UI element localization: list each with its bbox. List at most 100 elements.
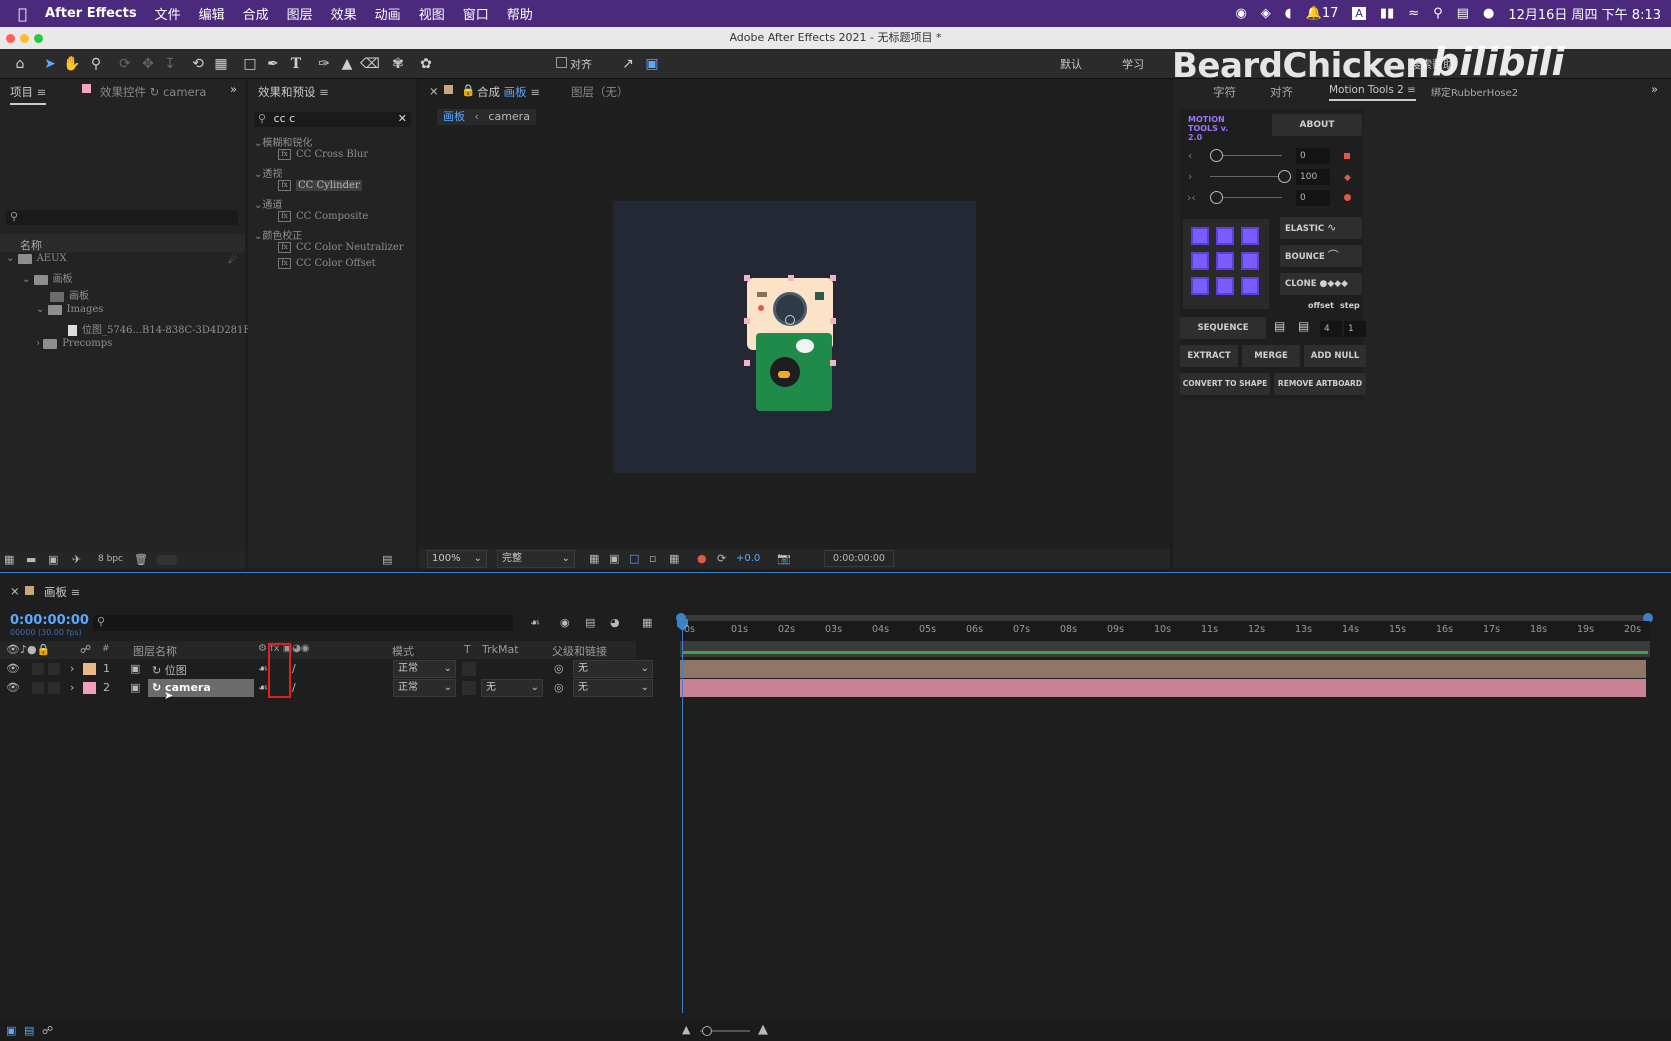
effect-cc-color-neutralizer[interactable]: fx CC Color Neutralizer <box>278 242 404 253</box>
effect-cc-cross-blur[interactable]: fx CC Cross Blur <box>278 149 368 160</box>
comp-canvas[interactable] <box>613 201 976 473</box>
workspace-default[interactable]: 默认 <box>1060 56 1082 72</box>
collapse-switch-icon[interactable]: ☙ <box>258 681 268 694</box>
zoom-tool-icon[interactable]: ⚲ <box>86 54 106 74</box>
layer-label-color[interactable] <box>83 663 96 675</box>
bpc-label[interactable]: 8 bpc <box>98 554 123 564</box>
layer-row[interactable]: 👁 › 1 ▣ ↻ 位图 ☙ ∕ 正常 ⌄ ◎ 无 ⌄ <box>0 660 653 678</box>
layer-bar[interactable] <box>680 660 1646 678</box>
merge-button[interactable]: MERGE <box>1242 345 1300 367</box>
menu-help[interactable]: 帮助 <box>507 4 533 23</box>
elastic-button[interactable]: ELASTIC ∿ <box>1280 217 1362 239</box>
ease-in-keyframe-icon[interactable] <box>1344 153 1350 159</box>
clear-search-icon[interactable]: ✕ <box>398 112 407 125</box>
lock-switch[interactable] <box>48 682 60 694</box>
resolution-select[interactable]: 完整 ⌄ <box>497 550 575 568</box>
collapse-switch-icon[interactable]: ☙ <box>258 662 268 675</box>
graph-editor-icon[interactable]: ▦ <box>642 616 652 629</box>
close-window-button[interactable] <box>6 34 15 43</box>
effects-presets-tab[interactable]: 效果和预设 ≡ <box>258 84 329 100</box>
effects-controls-tab[interactable]: 效果控件 ↻ camera <box>100 84 206 100</box>
composition-mini-flowchart-icon[interactable]: ☙ <box>530 616 540 629</box>
exposure-value[interactable]: +0.0 <box>736 553 760 564</box>
selection-tool-icon[interactable]: ➤ <box>40 54 60 74</box>
menu-composition[interactable]: 合成 <box>243 4 269 23</box>
effects-category-perspective[interactable]: ⌄透视 <box>254 165 282 180</box>
eraser-tool-icon[interactable]: ⌫ <box>360 54 380 74</box>
transparency-grid-icon[interactable]: ▣ <box>609 552 619 565</box>
snapshot-icon[interactable]: 📷 <box>777 552 791 565</box>
apple-icon[interactable]:  <box>18 5 27 23</box>
close-timeline-tab-icon[interactable]: × <box>10 584 20 598</box>
layer-bar[interactable] <box>680 679 1646 697</box>
zoom-window-button[interactable] <box>34 34 43 43</box>
status-c-icon[interactable]: ◖ <box>1285 6 1292 21</box>
layer-label-color[interactable] <box>83 682 96 694</box>
project-item-images-folder[interactable]: ⌄ Images <box>36 304 103 315</box>
status-app-icon[interactable]: ◈ <box>1261 6 1271 21</box>
workspace-learn[interactable]: 学习 <box>1122 56 1144 72</box>
record-icon[interactable]: ◉ <box>1235 6 1246 21</box>
menu-layer[interactable]: 图层 <box>287 4 313 23</box>
preserve-transparency-switch[interactable] <box>462 681 476 695</box>
solo-switch[interactable] <box>32 682 44 694</box>
effects-category-color-correction[interactable]: ⌄颜色校正 <box>254 227 302 242</box>
ease-out-slider-thumb[interactable] <box>1278 170 1291 183</box>
expand-chevron-icon[interactable]: › <box>70 662 74 675</box>
input-method[interactable]: A <box>1352 7 1366 20</box>
modes-toggle-icon[interactable]: ▤ <box>24 1024 34 1037</box>
notification-badge[interactable]: 🔔17 <box>1306 6 1339 21</box>
anchor-grid-cell[interactable] <box>1216 252 1234 270</box>
sequence-step-input[interactable]: 1 <box>1344 321 1366 337</box>
pen-tool-icon[interactable]: ✒ <box>263 54 283 74</box>
anchor-grid-cell[interactable] <box>1241 277 1259 295</box>
quality-switch-icon[interactable]: ∕ <box>292 662 296 675</box>
zoom-select[interactable]: 100% ⌄ <box>427 550 487 568</box>
remove-artboard-button[interactable]: REMOVE ARTBOARD <box>1274 373 1366 395</box>
exposure-reset-icon[interactable]: ⟳ <box>717 552 726 565</box>
menu-edit[interactable]: 编辑 <box>199 4 225 23</box>
playhead[interactable] <box>682 613 683 1013</box>
battery-icon[interactable]: ▮▮ <box>1380 6 1394 21</box>
mode-column[interactable]: 模式 <box>392 643 414 659</box>
zoom-out-icon[interactable]: ▲ <box>682 1023 690 1036</box>
interpret-footage-icon[interactable]: ▦ <box>4 553 14 566</box>
selection-handle[interactable] <box>788 275 794 281</box>
control-center-icon[interactable]: ▤ <box>1457 6 1469 21</box>
anchor-point-icon[interactable] <box>785 315 795 325</box>
hash-column[interactable]: # <box>102 644 110 654</box>
search-icon[interactable]: ⚲ <box>1433 6 1443 21</box>
timeline-zoom-thumb[interactable] <box>702 1026 712 1036</box>
roto-brush-tool-icon[interactable]: ✾ <box>388 54 408 74</box>
menu-file[interactable]: 文件 <box>155 4 181 23</box>
trash-icon[interactable]: 🗑 <box>134 553 148 566</box>
ease-both-slider-thumb[interactable] <box>1210 191 1223 204</box>
anchor-grid-cell[interactable] <box>1216 227 1234 245</box>
ease-both-value[interactable]: 0 <box>1296 190 1330 206</box>
rotate-tool-icon[interactable]: ⟲ <box>188 54 208 74</box>
sequence-offset-input[interactable]: 4 <box>1320 321 1342 337</box>
add-null-button[interactable]: ADD NULL <box>1304 345 1366 367</box>
breadcrumb-artboard[interactable]: 画板 <box>443 110 465 123</box>
anchor-grid-cell[interactable] <box>1191 277 1209 295</box>
frame-render-time-icon[interactable]: ☍ <box>42 1024 53 1037</box>
extract-button[interactable]: EXTRACT <box>1180 345 1238 367</box>
parent-column[interactable]: 父级和链接 <box>552 643 607 659</box>
effects-category-channel[interactable]: ⌄通道 <box>254 196 282 211</box>
selection-handle[interactable] <box>830 275 836 281</box>
color-channels-icon[interactable]: ● <box>697 552 707 565</box>
pan-camera-icon[interactable]: ✥ <box>138 54 158 74</box>
grid-guides-icon[interactable]: ▦ <box>669 552 679 565</box>
hand-tool-icon[interactable]: ✋ <box>62 54 82 74</box>
solo-switch[interactable] <box>32 663 44 675</box>
project-item-aeux[interactable]: ⌄ AEUX <box>6 253 67 264</box>
siri-icon[interactable]: ● <box>1483 6 1494 21</box>
menu-view[interactable]: 视图 <box>419 4 445 23</box>
selection-handle[interactable] <box>830 360 836 366</box>
layer-row[interactable]: 👁 › 2 ▣ ↻ camera ➤ ☙ ∕ 正常 ⌄ 无 ⌄ ◎ 无 ⌄ <box>0 679 653 702</box>
trkmat-column[interactable]: TrkMat <box>482 643 519 656</box>
sequence-button[interactable]: SEQUENCE <box>1180 317 1266 339</box>
close-comp-tab-icon[interactable]: × <box>429 84 439 98</box>
dolly-camera-icon[interactable]: ↧ <box>160 54 180 74</box>
timeline-search-input[interactable]: ⚲ <box>93 615 513 631</box>
